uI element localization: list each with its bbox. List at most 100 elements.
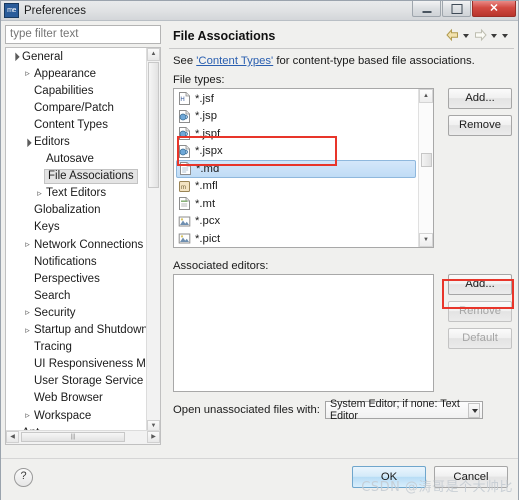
sidebar-item-label: User Storage Service — [34, 375, 144, 388]
sidebar-item-security[interactable]: Security — [6, 304, 148, 321]
sidebar-item-text-editors[interactable]: Text Editors — [6, 185, 148, 202]
sidebar-item-tracing[interactable]: Tracing — [6, 339, 148, 356]
page-menu-chevron-down-icon[interactable] — [501, 28, 510, 42]
sidebar-item-label: Globalization — [34, 204, 101, 217]
sidebar-item-label: Security — [34, 306, 76, 319]
sidebar-item-autosave[interactable]: Autosave — [6, 151, 148, 168]
chevron-right-icon[interactable] — [22, 410, 33, 421]
preferences-tree-list: General Appearance Capabilities Compare/Pat… — [6, 48, 148, 433]
file-type-item[interactable]: *.mt — [174, 195, 420, 213]
preferences-sidebar: General Appearance Capabilities Compare/Pat… — [5, 24, 165, 455]
forward-arrow-icon[interactable] — [473, 28, 488, 42]
file-type-buttons: Add... Remove — [448, 88, 512, 142]
chevron-right-icon[interactable] — [22, 68, 33, 79]
sidebar-item-appearance[interactable]: Appearance — [6, 65, 148, 82]
file-type-item[interactable]: *.jsp — [174, 108, 420, 126]
sidebar-item-label: Text Editors — [46, 187, 107, 200]
sidebar-item-label: Capabilities — [34, 84, 94, 97]
sidebar-item-general[interactable]: General — [6, 48, 148, 65]
forward-history-chevron-down-icon[interactable] — [490, 28, 499, 42]
chevron-right-icon[interactable] — [22, 325, 33, 336]
tree-scroll-thumb[interactable] — [148, 62, 159, 188]
file-type-name: *.jspx — [195, 145, 223, 158]
content-types-link[interactable]: 'Content Types' — [196, 55, 273, 67]
file-type-name: *.jsf — [195, 92, 214, 105]
chevron-right-icon[interactable] — [34, 188, 45, 199]
file-type-item[interactable]: *.png — [174, 248, 420, 249]
tree-horizontal-scrollbar[interactable]: ◀ ||| ▶ — [6, 430, 160, 444]
sidebar-item-network-connections[interactable]: Network Connections — [6, 236, 148, 253]
file-type-item[interactable]: m *.mfl — [174, 178, 420, 196]
sidebar-item-perspectives[interactable]: Perspectives — [6, 270, 148, 287]
unassociated-files-select[interactable]: System Editor; if none: Text Editor — [324, 398, 483, 422]
sidebar-item-workspace[interactable]: Workspace — [6, 407, 148, 424]
window-title: Preferences — [24, 4, 87, 17]
screenshot-root: me Preferences ✕ General Appearance Capabi… — [0, 0, 519, 500]
close-button[interactable]: ✕ — [472, 1, 516, 17]
filter-input[interactable] — [5, 24, 161, 44]
file-type-item[interactable]: *.md — [176, 160, 416, 178]
sidebar-item-search[interactable]: Search — [6, 287, 148, 304]
help-icon[interactable]: ? — [14, 468, 33, 487]
sidebar-item-label: Web Browser — [34, 392, 103, 405]
chevron-down-icon[interactable] — [468, 402, 480, 418]
scroll-right-icon[interactable]: ▶ — [147, 431, 160, 443]
sidebar-item-startup-and-shutdown[interactable]: Startup and Shutdown — [6, 322, 148, 339]
file-types-list[interactable]: H *.jsf *.jsp *.jspf *.jspx *.md m *.mfl *.mt *.p… — [173, 88, 434, 248]
scroll-left-icon[interactable]: ◀ — [6, 431, 19, 443]
sidebar-item-web-browser[interactable]: Web Browser — [6, 390, 148, 407]
scroll-up-icon[interactable]: ▲ — [147, 48, 160, 61]
chevron-down-icon[interactable] — [22, 138, 33, 147]
image-file-icon — [178, 215, 191, 228]
sidebar-item-label: Startup and Shutdown — [34, 324, 148, 337]
file-type-item[interactable]: *.jspf — [174, 125, 420, 143]
file-type-item[interactable]: *.pcx — [174, 213, 420, 231]
back-history-chevron-down-icon[interactable] — [462, 28, 471, 42]
back-arrow-icon[interactable] — [445, 28, 460, 42]
file-types-remove-button[interactable]: Remove — [448, 115, 512, 136]
file-type-item[interactable]: *.pict — [174, 230, 420, 247]
file-type-item[interactable]: H *.jsf — [174, 90, 420, 108]
svg-text:H: H — [180, 97, 184, 103]
file-type-item[interactable]: *.jspx — [174, 143, 420, 161]
minimize-button[interactable] — [412, 1, 441, 17]
sidebar-item-globalization[interactable]: Globalization — [6, 202, 148, 219]
maximize-button[interactable] — [442, 1, 471, 17]
sidebar-item-notifications[interactable]: Notifications — [6, 253, 148, 270]
file-types-row: H *.jsf *.jsp *.jspf *.jspx *.md m *.mfl *.mt *.p… — [173, 88, 514, 248]
tree-hscroll-thumb[interactable]: ||| — [21, 432, 125, 442]
editors-add-button[interactable]: Add... — [448, 274, 512, 295]
scroll-down-icon[interactable]: ▼ — [419, 233, 433, 247]
sidebar-item-label: UI Responsiveness Mon — [34, 358, 148, 371]
sidebar-item-content-types[interactable]: Content Types — [6, 116, 148, 133]
editors-remove-button: Remove — [448, 301, 512, 322]
file-type-name: *.mt — [195, 197, 216, 210]
sidebar-item-capabilities[interactable]: Capabilities — [6, 82, 148, 99]
sidebar-item-label: File Associations — [44, 168, 138, 184]
sidebar-item-user-storage-service[interactable]: User Storage Service — [6, 373, 148, 390]
sidebar-item-compare-patch[interactable]: Compare/Patch — [6, 99, 148, 116]
chevron-right-icon[interactable] — [22, 239, 33, 250]
html-file-icon: H — [178, 92, 191, 106]
chevron-down-icon[interactable] — [10, 52, 21, 61]
tree-vertical-scrollbar[interactable]: ▲ ▼ — [146, 48, 160, 433]
preferences-tree[interactable]: General Appearance Capabilities Compare/Pat… — [5, 47, 161, 445]
file-types-scroll-thumb[interactable] — [421, 153, 432, 167]
chevron-right-icon[interactable] — [22, 307, 33, 318]
dialog-body: General Appearance Capabilities Compare/Pat… — [1, 21, 518, 458]
page-navigation — [445, 28, 510, 42]
file-types-add-button[interactable]: Add... — [448, 88, 512, 109]
associated-editors-list[interactable] — [173, 274, 434, 392]
scroll-up-icon[interactable]: ▲ — [419, 89, 433, 103]
sidebar-item-label: Autosave — [46, 153, 94, 166]
sidebar-item-ui-responsiveness-mon[interactable]: UI Responsiveness Mon — [6, 356, 148, 373]
sidebar-item-label: Search — [34, 289, 71, 302]
image-file-icon — [178, 232, 191, 245]
sidebar-item-editors[interactable]: Editors — [6, 133, 148, 150]
jsp-file-icon — [178, 127, 191, 141]
unassociated-files-label: Open unassociated files with: — [173, 404, 320, 416]
svg-text:m: m — [181, 185, 186, 191]
sidebar-item-file-associations[interactable]: File Associations — [6, 168, 148, 185]
sidebar-item-keys[interactable]: Keys — [6, 219, 148, 236]
file-types-scrollbar[interactable]: ▲ ▼ — [418, 89, 433, 247]
